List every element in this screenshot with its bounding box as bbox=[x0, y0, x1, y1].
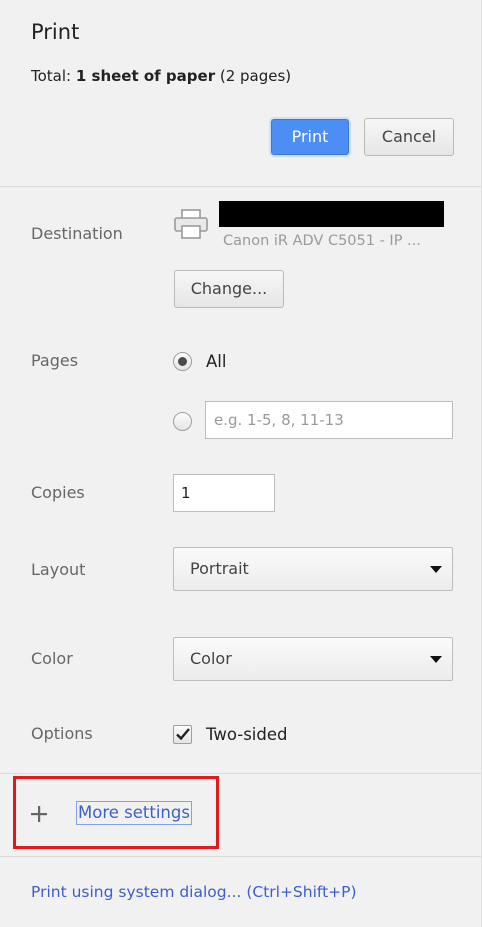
layout-select-value: Portrait bbox=[190, 559, 249, 578]
checkmark-icon bbox=[176, 728, 190, 741]
redacted-printer-title bbox=[219, 201, 444, 227]
page-title: Print bbox=[31, 20, 80, 44]
color-select[interactable]: Color bbox=[173, 637, 453, 681]
print-summary: Total: 1 sheet of paper (2 pages) bbox=[31, 67, 291, 85]
chevron-down-icon bbox=[430, 656, 442, 663]
two-sided-label[interactable]: Two-sided bbox=[206, 725, 287, 744]
summary-prefix: Total: bbox=[31, 67, 76, 85]
pages-all-radio[interactable] bbox=[173, 352, 192, 371]
change-destination-button[interactable]: Change... bbox=[174, 270, 284, 308]
printer-icon bbox=[174, 209, 208, 239]
two-sided-checkbox[interactable] bbox=[173, 725, 192, 744]
summary-sheets: 1 sheet of paper bbox=[75, 67, 216, 85]
color-select-value: Color bbox=[190, 649, 232, 668]
pages-custom-radio[interactable] bbox=[173, 412, 192, 431]
layout-label: Layout bbox=[31, 560, 86, 579]
copies-input[interactable] bbox=[173, 474, 275, 512]
print-preview-panel: Print Total: 1 sheet of paper (2 pages) … bbox=[0, 0, 482, 927]
cancel-button[interactable]: Cancel bbox=[364, 118, 454, 156]
pages-all-label[interactable]: All bbox=[206, 352, 226, 371]
options-label: Options bbox=[31, 724, 93, 743]
printer-name: Canon iR ADV C5051 - IP ... bbox=[223, 233, 421, 249]
print-button[interactable]: Print bbox=[271, 119, 349, 155]
annotation-highlight-box bbox=[13, 776, 219, 849]
pages-label: Pages bbox=[31, 351, 79, 370]
color-label: Color bbox=[31, 649, 73, 668]
copies-label: Copies bbox=[31, 483, 85, 502]
print-header: Print Total: 1 sheet of paper (2 pages) … bbox=[0, 0, 481, 187]
layout-select[interactable]: Portrait bbox=[173, 547, 453, 591]
pages-range-input[interactable] bbox=[205, 401, 453, 439]
chevron-down-icon bbox=[430, 566, 442, 573]
destination-label: Destination bbox=[31, 224, 123, 243]
system-dialog-link[interactable]: Print using system dialog... (Ctrl+Shift… bbox=[31, 883, 357, 901]
summary-pages: (2 pages) bbox=[215, 67, 292, 85]
